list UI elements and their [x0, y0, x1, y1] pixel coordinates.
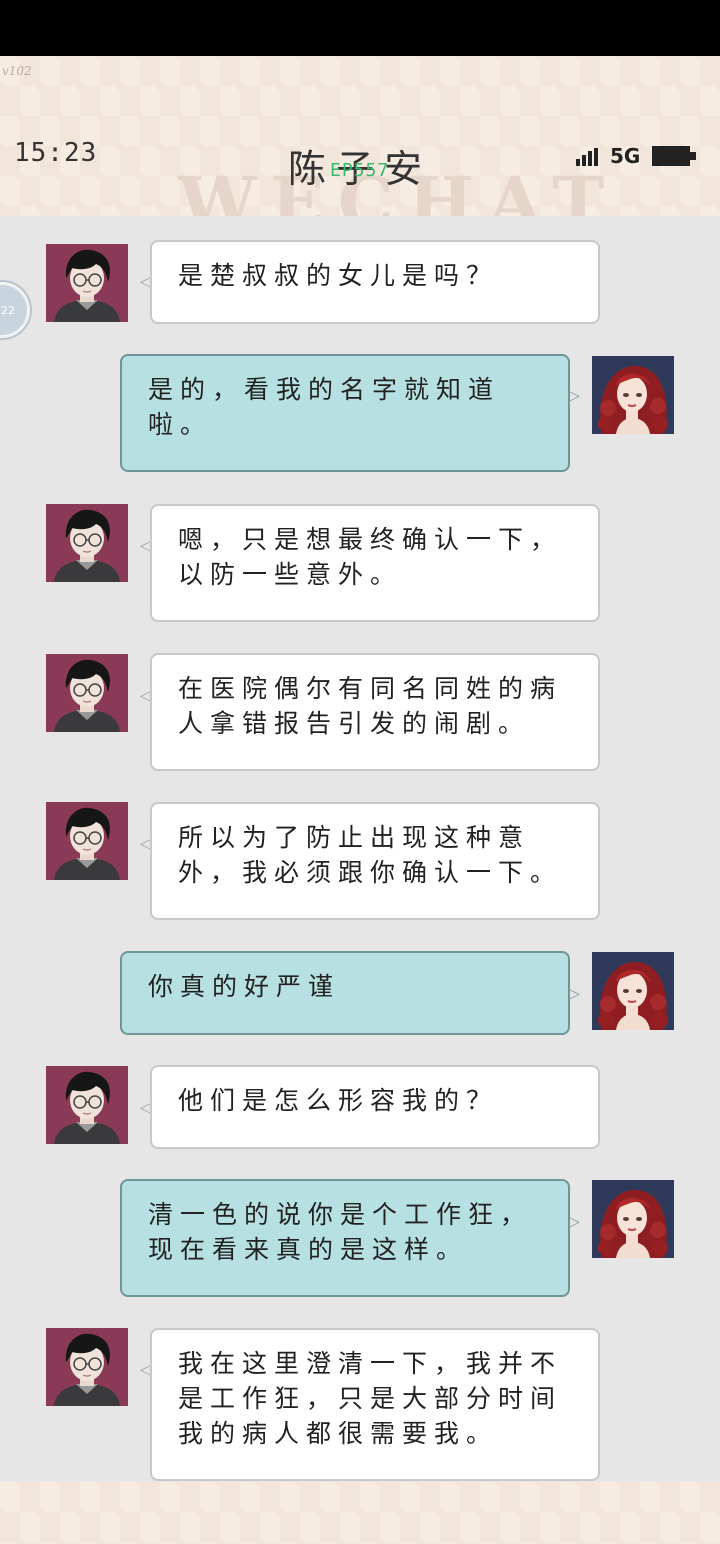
message-text: 嗯，只是想最终确认一下，以防一些意外。 [178, 525, 563, 589]
message-bubble[interactable]: 嗯，只是想最终确认一下，以防一些意外。 [150, 504, 600, 622]
message-bubble[interactable]: 是的，看我的名字就知道啦。 [120, 354, 570, 472]
system-top-bar [0, 0, 720, 56]
message-bubble[interactable]: 清一色的说你是个工作狂，现在看来真的是这样。 [120, 1179, 570, 1297]
message-bubble[interactable]: 我在这里澄清一下，我并不是工作狂，只是大部分时间我的病人都很需要我。 [150, 1328, 600, 1481]
status-time: 15:23 [14, 138, 98, 168]
chat-area[interactable]: 22 ◁ 是楚叔叔的女儿是吗？ 是的，看我的名字就知道啦。 ▷ ◁ 嗯，只是想最… [0, 216, 720, 1482]
message-bubble[interactable]: 你真的好严谨 [120, 951, 570, 1035]
version-label: v102 [2, 64, 32, 78]
floating-assist-button[interactable]: 22 [0, 282, 30, 338]
message-text: 他们是怎么形容我的？ [178, 1086, 499, 1115]
male-avatar-icon[interactable] [46, 504, 128, 582]
message-text: 是的，看我的名字就知道啦。 [148, 375, 501, 439]
debug-label: EP557 [330, 160, 390, 181]
chat-footer [0, 1482, 720, 1544]
bubble-tail: ▷ [569, 388, 580, 404]
message-bubble[interactable]: 他们是怎么形容我的？ [150, 1065, 600, 1149]
message-text: 你真的好严谨 [148, 972, 341, 1001]
male-avatar-icon[interactable] [46, 802, 128, 880]
male-avatar-icon[interactable] [46, 244, 128, 322]
battery-icon [652, 146, 690, 166]
battery-tip [690, 152, 696, 160]
message-bubble[interactable]: 是楚叔叔的女儿是吗？ [150, 240, 600, 324]
bubble-tail: ▷ [569, 1214, 580, 1230]
male-avatar-icon[interactable] [46, 1066, 128, 1144]
signal-icon [576, 148, 600, 166]
bubble-tail: ▷ [569, 986, 580, 1002]
chat-header: v102 15:23 WECHAT 陈子安 EP557 5G [0, 56, 720, 216]
female-avatar-icon[interactable] [592, 1180, 674, 1258]
male-avatar-icon[interactable] [46, 1328, 128, 1406]
message-text: 所以为了防止出现这种意外，我必须跟你确认一下。 [178, 823, 563, 887]
message-bubble[interactable]: 在医院偶尔有同名同姓的病人拿错报告引发的闹剧。 [150, 653, 600, 771]
message-text: 在医院偶尔有同名同姓的病人拿错报告引发的闹剧。 [178, 674, 563, 738]
female-avatar-icon[interactable] [592, 356, 674, 434]
network-type: 5G [610, 144, 641, 168]
message-text: 我在这里澄清一下，我并不是工作狂，只是大部分时间我的病人都很需要我。 [178, 1349, 563, 1448]
male-avatar-icon[interactable] [46, 654, 128, 732]
message-text: 清一色的说你是个工作狂，现在看来真的是这样。 [148, 1200, 533, 1264]
female-avatar-icon[interactable] [592, 952, 674, 1030]
message-text: 是楚叔叔的女儿是吗？ [178, 261, 499, 290]
floating-button-label: 22 [1, 303, 15, 317]
message-bubble[interactable]: 所以为了防止出现这种意外，我必须跟你确认一下。 [150, 802, 600, 920]
